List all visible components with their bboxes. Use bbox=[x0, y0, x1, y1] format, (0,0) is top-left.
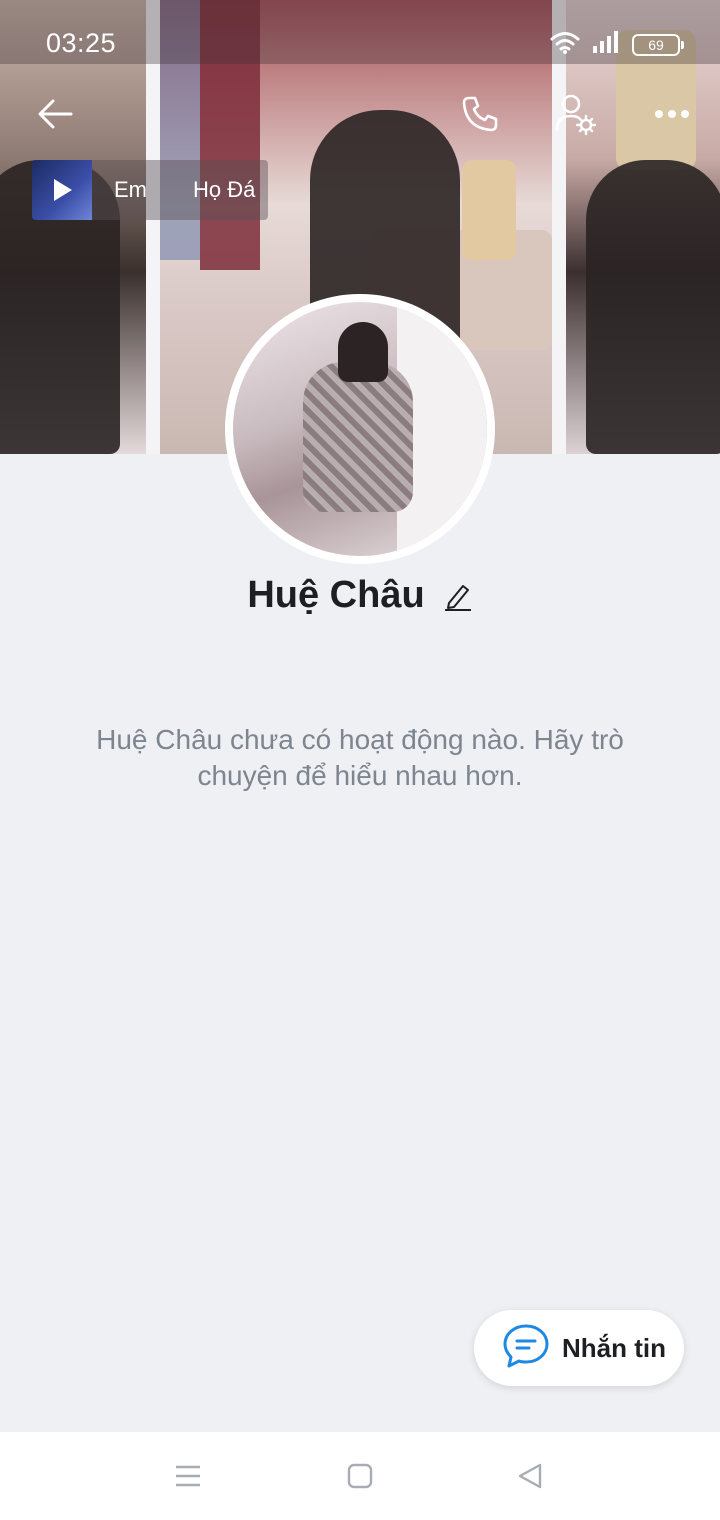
chat-bubble-icon bbox=[502, 1323, 550, 1374]
play-icon bbox=[54, 179, 72, 201]
more-icon[interactable] bbox=[644, 86, 700, 142]
cover-photo-right bbox=[566, 0, 720, 454]
system-nav-bar bbox=[0, 1432, 720, 1520]
profile-name-row: Huệ Châu bbox=[0, 574, 720, 617]
music-artist: Họ Đá bbox=[193, 177, 256, 202]
message-button[interactable]: Nhắn tin bbox=[474, 1310, 684, 1386]
signal-icon bbox=[592, 30, 620, 59]
status-time: 03:25 bbox=[46, 28, 117, 58]
phone-icon[interactable] bbox=[452, 86, 508, 142]
user-settings-icon[interactable] bbox=[548, 86, 604, 142]
profile-name: Huệ Châu bbox=[247, 574, 425, 616]
music-thumbnail[interactable] bbox=[32, 160, 92, 220]
music-title: Em bbox=[114, 177, 147, 202]
status-bar: 03:25 69 bbox=[0, 0, 720, 64]
cover-photo-left bbox=[0, 0, 146, 454]
battery-icon: 69 bbox=[632, 33, 684, 56]
avatar[interactable] bbox=[225, 294, 495, 564]
home-icon[interactable] bbox=[344, 1460, 376, 1492]
back-icon[interactable] bbox=[514, 1460, 546, 1492]
profile-music-chip[interactable]: Em Họ Đá bbox=[32, 160, 268, 220]
empty-activity-message: Huệ Châu chưa có hoạt động nào. Hãy trò … bbox=[96, 724, 624, 791]
menu-icon[interactable] bbox=[172, 1460, 204, 1492]
pencil-icon[interactable] bbox=[443, 581, 473, 611]
message-button-label: Nhắn tin bbox=[562, 1332, 666, 1363]
back-arrow-icon[interactable] bbox=[27, 86, 83, 142]
wifi-icon bbox=[550, 30, 580, 59]
